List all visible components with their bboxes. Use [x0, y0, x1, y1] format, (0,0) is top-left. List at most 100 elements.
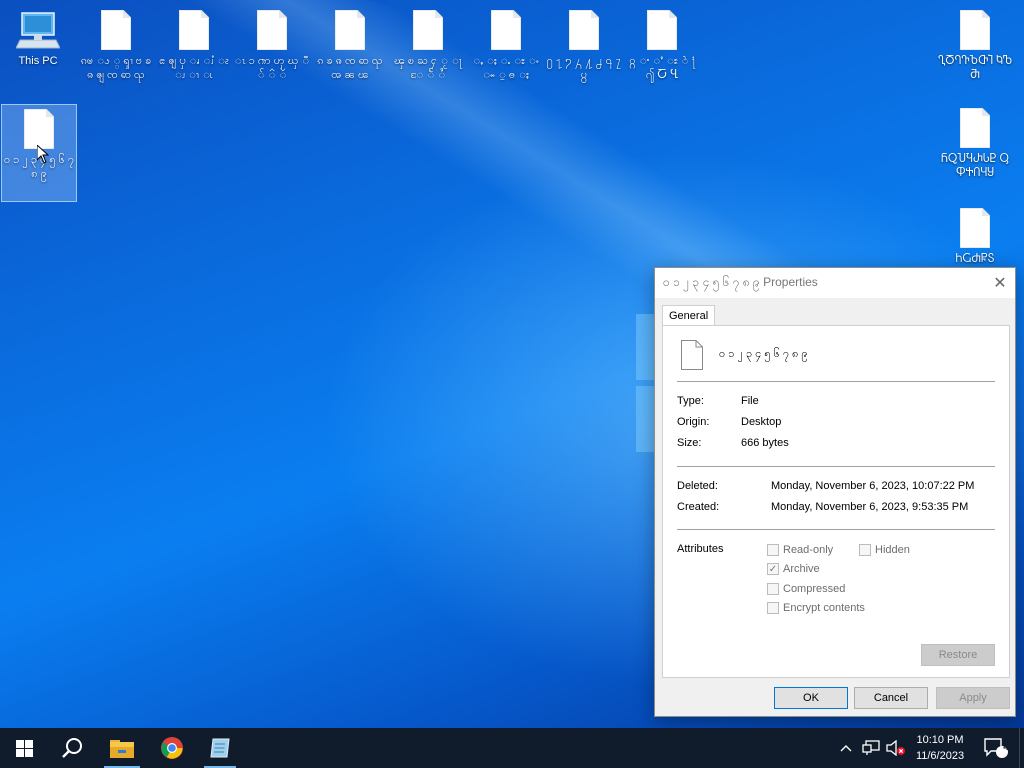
archive-checkbox[interactable]: ✓ Archive [767, 563, 820, 575]
notification-count-badge: 4 [1003, 742, 1009, 753]
created-value: Monday, November 6, 2023, 9:53:35 PM [771, 501, 969, 513]
properties-dialog[interactable]: ၀ ၁ ၂ ၃ ၄ ၅ ၆ ၇ ၈ ၉ Properties ✕ General… [654, 267, 1016, 717]
file-header: ၀ ၁ ၂ ၃ ၄ ၅ ၆ ၇ ၈ ၉ [681, 340, 808, 370]
desktop-icon-file-8[interactable]: ႙ ႚ ႛ ႜ ႝ ႞ ႟ Ⴀ Ⴁ [624, 0, 700, 82]
desktop-icon-label: ႬႭႮႯႰႱႲ ႳႴႵႶႷႸ [941, 153, 1009, 179]
close-icon: ✕ [993, 275, 1007, 292]
apply-button[interactable]: Apply [936, 687, 1010, 709]
checkbox-box [767, 583, 779, 595]
compressed-label: Compressed [783, 583, 846, 595]
deleted-value: Monday, November 6, 2023, 10:07:22 PM [771, 480, 975, 492]
search-icon [62, 738, 82, 758]
readonly-checkbox[interactable]: Read-only [767, 544, 833, 556]
file-icon [681, 340, 703, 370]
dialog-titlebar[interactable]: ၀ ၁ ၂ ၃ ၄ ၅ ၆ ၇ ၈ ၉ Properties ✕ [655, 268, 1015, 298]
tray-clock[interactable]: 10:10 PM 11/6/2023 [906, 728, 974, 768]
type-row: Type: File [677, 395, 759, 407]
file-icon [24, 109, 54, 149]
checkbox-box [767, 544, 779, 556]
size-label: Size: [677, 437, 702, 449]
divider [677, 529, 995, 530]
file-icon [647, 10, 677, 50]
desktop-icon-file-5[interactable]: ၾ ၿ ႀ ႁ ႂ ႃ ႄ ႅ ႆ [390, 0, 466, 82]
volume-muted-icon [886, 740, 905, 756]
file-name: ၀ ၁ ၂ ၃ ၄ ၅ ၆ ၇ ၈ ၉ [719, 348, 808, 360]
desktop-icon-label: ၵ ၶ ၷ ၸ ၹ ၺ ၻ ၼ ၽ [317, 55, 383, 81]
type-label: Type: [677, 395, 704, 407]
desktop-icon-label: ႙ ႚ ႛ ႜ ႝ ႞ ႟ Ⴀ Ⴁ [629, 55, 695, 81]
tray-overflow-button[interactable] [836, 728, 856, 768]
file-icon [491, 10, 521, 50]
created-label: Created: [677, 501, 720, 513]
close-button[interactable]: ✕ [985, 268, 1015, 298]
restore-button[interactable]: Restore [921, 644, 995, 666]
this-pc-icon [16, 12, 60, 49]
tab-strip: General [662, 304, 716, 326]
desktop-icon-this-pc[interactable]: This PC [0, 0, 76, 68]
taskbar-chrome[interactable] [148, 728, 196, 768]
file-icon [101, 10, 131, 50]
desktop-icon-file-1[interactable]: ၵၑ ၖ ္ ၡၢ ဗ ၶ ၷ ၛ ၸ ၹ ၺ [78, 0, 154, 82]
desktop-icon-label: ၵၑ ၖ ္ ၡၢ ဗ ၶ ၷ ၛ ၸ ၹ ၺ [80, 55, 152, 81]
tab-general[interactable]: General [662, 305, 716, 326]
file-icon [569, 10, 599, 50]
desktop-icon-label: ႇ ႈ ႉ ႊ ႋ ႌ ႍ ႎ ႏ [473, 55, 539, 81]
deleted-label: Deleted: [677, 480, 718, 492]
search-button[interactable] [48, 728, 96, 768]
attributes-label: Attributes [677, 543, 724, 555]
desktop-icon-label: ၤ ၥ ၮ ၯ ၰ ၱ ၲ ၳ ၴ [234, 55, 310, 81]
checkbox-box [767, 602, 779, 614]
mouse-cursor-icon [37, 145, 49, 164]
encrypt-checkbox[interactable]: Encrypt contents [767, 602, 865, 614]
cancel-button[interactable]: Cancel [854, 687, 928, 709]
archive-label: Archive [783, 563, 820, 575]
taskbar: 10:10 PM 11/6/2023 4 [0, 728, 1024, 768]
file-icon [960, 108, 990, 148]
created-row: Created: Monday, November 6, 2023, 9:53:… [677, 501, 968, 513]
desktop-icon-label: ၕ ၛ ၦ ၧ ၨ ၩ ၪ ၫ ၬ [159, 55, 229, 81]
action-center-button[interactable]: 4 [978, 728, 1014, 768]
compressed-checkbox[interactable]: Compressed [767, 583, 845, 595]
divider [677, 381, 995, 382]
desktop-icon-file-3[interactable]: ၤ ၥ ၮ ၯ ၰ ၱ ၲ ၳ ၴ [234, 0, 310, 82]
taskbar-file-explorer[interactable] [98, 728, 146, 768]
hidden-label: Hidden [875, 544, 910, 556]
type-value: File [741, 395, 759, 407]
general-tab-panel: ၀ ၁ ၂ ၃ ၄ ၅ ၆ ၇ ၈ ၉ Type: File Origin: D… [662, 325, 1010, 678]
divider [677, 466, 995, 467]
desktop-icon-label: ႹႺႻႼႽ [955, 253, 995, 265]
desktop-icon-label: ၾ ၿ ႀ ႁ ႂ ႃ ႄ ႅ ႆ [394, 55, 462, 81]
windows-start-icon [15, 739, 33, 757]
desktop-icon-file-4[interactable]: ၵ ၶ ၷ ၸ ၹ ၺ ၻ ၼ ၽ [312, 0, 388, 82]
start-button[interactable] [0, 728, 48, 768]
desktop-icon-label: ႐ ႑ ႒ ႓ ႔ ႕ ႖ ႗ ႘ [546, 55, 622, 81]
taskbar-notepad[interactable] [198, 728, 242, 768]
file-icon [335, 10, 365, 50]
file-icon [960, 10, 990, 50]
file-explorer-icon [110, 740, 134, 758]
desktop-icon-file-right-1[interactable]: ႢႣႤႥႦႧႨ ႩႪႫ [937, 0, 1013, 82]
tray-volume[interactable] [884, 728, 908, 768]
checkmark-icon: ✓ [767, 563, 779, 575]
origin-row: Origin: Desktop [677, 416, 781, 428]
origin-value: Desktop [741, 416, 782, 428]
tray-network[interactable] [860, 728, 882, 768]
readonly-label: Read-only [783, 544, 834, 556]
file-icon [960, 208, 990, 248]
clock-date: 11/6/2023 [915, 750, 965, 762]
desktop-icon-label: ႢႣႤႥႦႧႨ ႩႪႫ [937, 55, 1013, 81]
deleted-row: Deleted: Monday, November 6, 2023, 10:07… [677, 480, 974, 492]
checkbox-box [859, 544, 871, 556]
network-icon [862, 740, 880, 755]
show-desktop-button[interactable] [1019, 728, 1024, 768]
clock-time: 10:10 PM [916, 734, 964, 746]
hidden-checkbox[interactable]: Hidden [859, 544, 910, 556]
desktop-icon-file-right-2[interactable]: ႬႭႮႯႰႱႲ ႳႴႵႶႷႸ [937, 98, 1013, 180]
desktop-icon-file-2[interactable]: ၕ ၛ ၦ ၧ ၨ ၩ ၪ ၫ ၬ [156, 0, 232, 82]
ok-button[interactable]: OK [774, 687, 848, 709]
notepad-icon [210, 738, 230, 758]
desktop-icon-file-right-3[interactable]: ႹႺႻႼႽ [937, 198, 1013, 266]
file-icon [257, 10, 287, 50]
desktop-icon-file-6[interactable]: ႇ ႈ ႉ ႊ ႋ ႌ ႍ ႎ ႏ [468, 0, 544, 82]
desktop-icon-file-7[interactable]: ႐ ႑ ႒ ႓ ႔ ႕ ႖ ႗ ႘ [546, 0, 622, 82]
